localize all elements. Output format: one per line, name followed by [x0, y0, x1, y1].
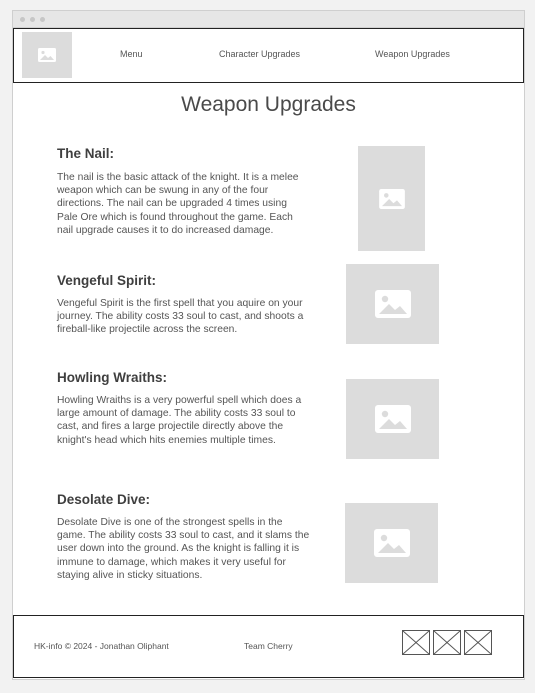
footer-credit: Team Cherry — [244, 641, 293, 651]
section-text-howling-wraiths: Howling Wraiths is a very powerful spell… — [57, 395, 302, 446]
broken-image-icon — [402, 630, 430, 655]
site-logo[interactable] — [22, 32, 72, 78]
image-placeholder-icon — [373, 529, 410, 557]
broken-image-icon — [464, 630, 492, 655]
image-placeholder-icon — [38, 48, 56, 62]
social-link-3[interactable] — [464, 630, 492, 655]
image-placeholder-icon — [378, 188, 405, 209]
site-footer: HK-info © 2024 - Jonathan Oliphant Team … — [13, 615, 524, 678]
nav-link-character-upgrades[interactable]: Character Upgrades — [219, 49, 300, 59]
nav-link-menu[interactable]: Menu — [120, 49, 143, 59]
nail-image — [358, 146, 425, 251]
window-dot-icon[interactable] — [30, 17, 35, 22]
section-heading-desolate-dive: Desolate Dive: — [57, 492, 151, 507]
window-dot-icon[interactable] — [40, 17, 45, 22]
image-placeholder-icon — [374, 405, 411, 433]
section-heading-nail: The Nail: — [57, 146, 115, 161]
site-header: Menu Character Upgrades Weapon Upgrades — [13, 28, 524, 83]
section-text-nail: The nail is the basic attack of the knig… — [57, 172, 299, 236]
section-heading-howling-wraiths: Howling Wraiths: — [57, 370, 167, 385]
section-text-desolate-dive: Desolate Dive is one of the strongest sp… — [57, 517, 310, 581]
image-placeholder-icon — [374, 290, 411, 318]
window-titlebar — [13, 11, 524, 28]
social-link-1[interactable] — [402, 630, 430, 655]
vengeful-spirit-image — [346, 264, 439, 344]
broken-image-icon — [433, 630, 461, 655]
section-heading-vengeful-spirit: Vengeful Spirit: — [57, 273, 157, 288]
howling-wraiths-image — [346, 379, 439, 459]
footer-copyright: HK-info © 2024 - Jonathan Oliphant — [34, 641, 169, 651]
desolate-dive-image — [345, 503, 438, 583]
social-link-2[interactable] — [433, 630, 461, 655]
nav-link-weapon-upgrades[interactable]: Weapon Upgrades — [375, 49, 450, 59]
browser-window: Menu Character Upgrades Weapon Upgrades … — [12, 10, 525, 680]
section-text-vengeful-spirit: Vengeful Spirit is the first spell that … — [57, 298, 304, 336]
page-title: Weapon Upgrades — [181, 93, 356, 116]
window-dot-icon[interactable] — [20, 17, 25, 22]
